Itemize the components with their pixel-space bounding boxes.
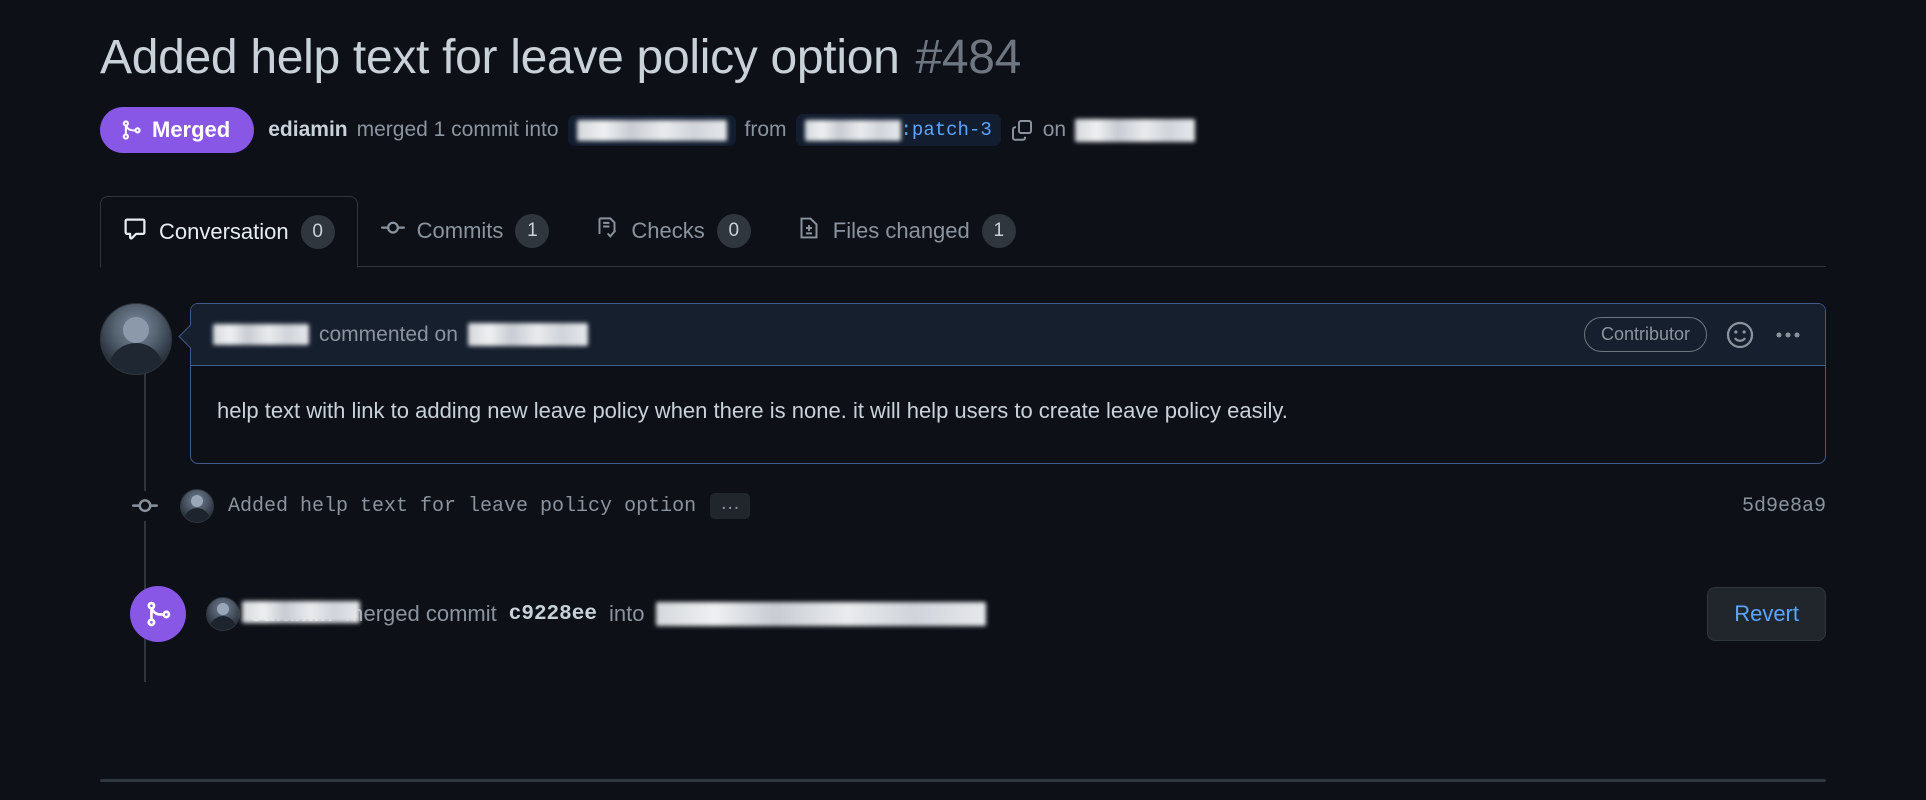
tab-commits-label: Commits — [416, 218, 504, 244]
merged-event-text: ediamin merged commit c9228ee into — [206, 597, 987, 632]
tab-commits[interactable]: Commits 1 — [358, 195, 573, 267]
commit-author-avatar[interactable] — [180, 489, 214, 524]
merge-description: ediamin merged 1 commit into from :patch… — [268, 114, 1196, 147]
contributor-badge: Contributor — [1583, 317, 1707, 353]
tab-conversation-count: 0 — [300, 215, 335, 250]
comment-box: commented on Contributor help text with … — [190, 303, 1826, 465]
commit-expand-button[interactable]: … — [710, 493, 751, 520]
from-label: from — [744, 118, 787, 142]
base-branch-redacted — [576, 119, 727, 141]
pull-request-page: Added help text for leave policy option … — [0, 0, 1926, 800]
commit-icon — [380, 216, 405, 246]
page-title: Added help text for leave policy option … — [100, 0, 1826, 85]
commit-node-icon — [130, 491, 160, 522]
comment-header: commented on Contributor — [191, 304, 1825, 367]
timeline-merged-row: ediamin merged commit c9228ee into Rever… — [100, 586, 1826, 643]
tab-files-changed[interactable]: Files changed 1 — [774, 195, 1039, 267]
merge-actor[interactable]: ediamin — [268, 118, 347, 142]
commented-on-label: commented on — [319, 322, 458, 346]
pr-tabs: Conversation 0 Commits 1 Checks 0 Files … — [100, 195, 1826, 269]
file-diff-icon — [797, 216, 821, 246]
merged-actor-avatar[interactable] — [206, 597, 240, 632]
comment-icon — [123, 217, 147, 247]
on-label: on — [1042, 118, 1067, 142]
comment-author-line: commented on — [213, 323, 588, 347]
comment-author-redacted — [213, 324, 309, 346]
commit-sha[interactable]: 5d9e8a9 — [1742, 495, 1826, 518]
merge-action-text: merged 1 commit into — [356, 118, 559, 142]
bottom-divider — [100, 779, 1826, 782]
merged-actor-redacted — [242, 601, 360, 624]
pr-number: #484 — [915, 31, 1022, 84]
status-badge-label: Merged — [152, 117, 231, 143]
copy-icon[interactable] — [1010, 118, 1034, 142]
pr-status-row: Merged ediamin merged 1 commit into from… — [100, 107, 1826, 154]
head-branch-name: :patch-3 — [900, 119, 992, 142]
timeline-commit-row: Added help text for leave policy option … — [100, 486, 1826, 526]
merged-action-label: merged commit — [345, 601, 497, 627]
head-branch-owner-redacted — [804, 119, 901, 141]
tab-checks-count: 0 — [716, 214, 751, 249]
tab-checks-label: Checks — [631, 218, 705, 244]
tab-conversation[interactable]: Conversation 0 — [100, 196, 358, 269]
merged-into-label: into — [608, 601, 645, 627]
tab-files-changed-count: 1 — [981, 214, 1016, 249]
head-branch-chip[interactable]: :patch-3 — [795, 114, 1001, 147]
merge-node-icon — [130, 586, 186, 643]
merged-commit-sha[interactable]: c9228ee — [509, 603, 597, 626]
comment-body: help text with link to adding new leave … — [217, 398, 1288, 424]
merge-date-redacted — [1075, 118, 1196, 142]
base-branch-chip[interactable] — [567, 114, 736, 146]
tab-commits-count: 1 — [515, 214, 550, 249]
more-options-icon[interactable] — [1773, 320, 1803, 350]
comment-thread: commented on Contributor help text with … — [100, 303, 1826, 465]
status-badge: Merged — [100, 107, 255, 154]
pr-timeline: commented on Contributor help text with … — [100, 303, 1826, 683]
merged-actor[interactable]: ediamin — [206, 597, 360, 632]
merged-target-branch-redacted — [656, 602, 987, 627]
comment-date-redacted — [467, 323, 588, 347]
commit-message[interactable]: Added help text for leave policy option — [228, 495, 696, 518]
tab-conversation-label: Conversation — [159, 219, 289, 245]
git-merge-icon — [120, 119, 142, 141]
emoji-reaction-icon[interactable] — [1725, 320, 1755, 350]
tab-files-changed-label: Files changed — [832, 218, 970, 244]
comment-actions: Contributor — [1583, 317, 1803, 353]
tab-checks[interactable]: Checks 0 — [572, 195, 773, 267]
revert-button[interactable]: Revert — [1707, 587, 1826, 642]
pr-title-text: Added help text for leave policy option — [100, 31, 900, 84]
avatar[interactable] — [100, 303, 172, 376]
checks-icon — [595, 216, 619, 246]
